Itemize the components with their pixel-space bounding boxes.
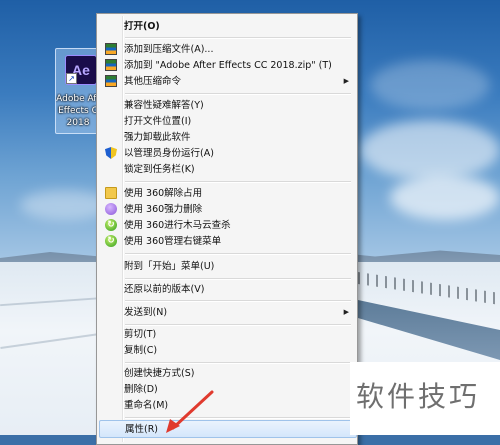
menu-item-label: 使用 360强力删除 <box>124 204 203 215</box>
menu-item-360-trojan-scan[interactable]: ↻ 使用 360进行木马云查杀 <box>99 217 355 233</box>
menu-item-label: 删除(D) <box>124 384 158 395</box>
menu-separator <box>125 300 351 302</box>
menu-item-label: 其他压缩命令 <box>124 76 182 87</box>
menu-separator <box>125 37 351 39</box>
menu-item-label: 打开(O) <box>124 21 160 32</box>
menu-separator <box>125 181 351 183</box>
menu-item-run-as-admin[interactable]: 以管理员身份运行(A) <box>99 145 355 161</box>
menu-separator <box>125 417 351 419</box>
shortcut-arrow-icon: ↗ <box>66 73 77 84</box>
winrar-icon <box>105 59 117 71</box>
winrar-icon <box>105 75 117 87</box>
menu-item-label: 锁定到任务栏(K) <box>124 164 195 175</box>
desktop-icon-label: Adobe Aft Effects C 2018 <box>56 93 100 129</box>
desktop-icon-label-line: Effects C <box>58 106 98 116</box>
menu-item-label: 使用 360进行木马云查杀 <box>124 220 231 231</box>
menu-separator <box>125 278 351 280</box>
menu-item-label: 以管理员身份运行(A) <box>124 148 214 159</box>
desktop-icon-label-line: 2018 <box>66 118 90 128</box>
green-360-icon: ↻ <box>105 235 117 247</box>
menu-item-delete[interactable]: 删除(D) <box>99 381 355 397</box>
menu-item-label: 创建快捷方式(S) <box>124 368 195 379</box>
menu-item-copy[interactable]: 复制(C) <box>99 342 355 358</box>
menu-item-create-shortcut[interactable]: 创建快捷方式(S) <box>99 365 355 381</box>
menu-separator <box>125 253 351 255</box>
context-menu: 打开(O) 添加到压缩文件(A)... 添加到 "Adobe After Eff… <box>96 13 358 445</box>
menu-item-label: 添加到压缩文件(A)... <box>124 44 214 55</box>
menu-item-open-file-location[interactable]: 打开文件位置(I) <box>99 113 355 129</box>
menu-item-label: 重命名(M) <box>124 400 169 411</box>
menu-item-label: 打开文件位置(I) <box>124 116 192 127</box>
menu-item-360-force-delete[interactable]: 使用 360强力删除 <box>99 201 355 217</box>
menu-item-compat-troubleshoot[interactable]: 兼容性疑难解答(Y) <box>99 97 355 113</box>
menu-separator <box>125 362 351 364</box>
menu-item-restore-versions[interactable]: 还原以前的版本(V) <box>99 281 355 297</box>
menu-item-open[interactable]: 打开(O) <box>99 18 355 34</box>
menu-item-rename[interactable]: 重命名(M) <box>99 397 355 413</box>
menu-item-360-unlock[interactable]: 使用 360解除占用 <box>99 185 355 201</box>
wallpaper-cloud <box>360 120 500 180</box>
menu-item-properties[interactable]: 属性(R) <box>99 420 357 438</box>
menu-item-cut[interactable]: 剪切(T) <box>99 326 355 342</box>
menu-item-label: 兼容性疑难解答(Y) <box>124 100 204 111</box>
menu-separator <box>125 93 351 95</box>
menu-item-add-to-archive[interactable]: 添加到压缩文件(A)... <box>99 41 355 57</box>
menu-item-other-compress[interactable]: 其他压缩命令 ▶ <box>99 73 355 89</box>
menu-item-label: 强力卸载此软件 <box>124 132 191 143</box>
desktop-icon-label-line: Adobe Aft <box>56 94 100 104</box>
menu-item-pin-start[interactable]: 附到「开始」菜单(U) <box>99 258 355 274</box>
submenu-arrow-icon: ▶ <box>343 308 349 316</box>
green-360-icon: ↻ <box>105 219 117 231</box>
desktop-icon-after-effects[interactable]: Ae ↗ Adobe Aft Effects C 2018 <box>55 48 101 134</box>
submenu-arrow-icon: ▶ <box>343 77 349 85</box>
menu-item-label: 使用 360管理右键菜单 <box>124 236 222 247</box>
watermark-text: 软件技巧 <box>356 380 481 413</box>
menu-item-force-uninstall[interactable]: 强力卸载此软件 <box>99 129 355 145</box>
menu-item-label: 剪切(T) <box>124 329 157 340</box>
wallpaper-cloud <box>390 175 500 220</box>
uac-shield-icon <box>105 147 117 159</box>
menu-item-label: 添加到 "Adobe After Effects CC 2018.zip" (T… <box>124 60 332 71</box>
menu-item-label: 使用 360解除占用 <box>124 188 203 199</box>
menu-item-360-manage-menu[interactable]: ↻ 使用 360管理右键菜单 <box>99 233 355 249</box>
winrar-icon <box>105 43 117 55</box>
wallpaper-cloud <box>370 60 490 110</box>
menu-item-label: 附到「开始」菜单(U) <box>124 261 215 272</box>
menu-item-label: 还原以前的版本(V) <box>124 284 205 295</box>
menu-item-label: 发送到(N) <box>124 307 168 318</box>
menu-item-label: 复制(C) <box>124 345 158 356</box>
menu-item-add-to-zip[interactable]: 添加到 "Adobe After Effects CC 2018.zip" (T… <box>99 57 355 73</box>
menu-item-send-to[interactable]: 发送到(N) ▶ <box>99 304 355 320</box>
purple-360-icon <box>105 203 117 215</box>
menu-item-pin-taskbar[interactable]: 锁定到任务栏(K) <box>99 161 355 177</box>
folder-icon <box>105 187 117 199</box>
